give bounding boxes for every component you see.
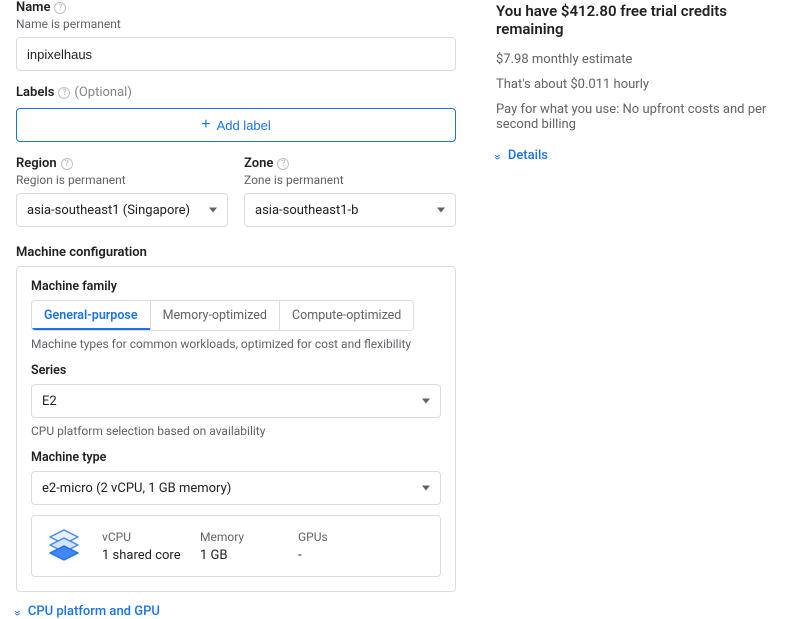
labels-label-row: Labels ? (Optional) — [16, 85, 456, 100]
machine-type-select[interactable]: e2-micro (2 vCPU, 1 GB memory) — [31, 471, 441, 505]
hourly-estimate: That's about $0.011 hourly — [496, 77, 784, 92]
region-value: asia-southeast1 (Singapore) — [27, 203, 190, 218]
labels-optional: (Optional) — [74, 85, 131, 100]
machine-config-box: Machine family General-purpose Memory-op… — [16, 266, 456, 592]
series-desc: CPU platform selection based on availabi… — [31, 424, 441, 438]
vcpu-value: 1 shared core — [102, 548, 182, 563]
zone-value: asia-southeast1-b — [255, 203, 358, 218]
zone-label: Zone — [244, 156, 273, 171]
help-icon[interactable]: ? — [61, 158, 73, 170]
machine-family-desc: Machine types for common workloads, opti… — [31, 337, 441, 351]
cpu-stack-icon — [44, 526, 84, 566]
add-label-button[interactable]: + Add label — [16, 108, 456, 142]
series-label: Series — [31, 363, 441, 378]
tab-general-purpose[interactable]: General-purpose — [32, 301, 151, 330]
help-icon[interactable]: ? — [277, 158, 289, 170]
region-sublabel: Region is permanent — [16, 173, 228, 187]
labels-label: Labels — [16, 85, 54, 100]
zone-label-row: Zone ? — [244, 156, 456, 171]
memory-value: 1 GB — [200, 548, 280, 563]
cpu-gpu-expand-label: CPU platform and GPU — [28, 604, 160, 619]
name-sublabel: Name is permanent — [16, 17, 456, 31]
machine-config-heading: Machine configuration — [16, 245, 456, 260]
name-input[interactable] — [16, 37, 456, 71]
add-label-text: Add label — [217, 118, 271, 133]
region-label: Region — [16, 156, 57, 171]
zone-sublabel: Zone is permanent — [244, 173, 456, 187]
help-icon[interactable]: ? — [54, 2, 66, 14]
name-label-row: Name ? — [16, 0, 456, 15]
chevron-down-icon: » — [491, 154, 505, 158]
credits-headline: You have $412.80 free trial credits rema… — [496, 2, 784, 38]
series-value: E2 — [42, 394, 57, 409]
zone-select[interactable]: asia-southeast1-b — [244, 193, 456, 227]
machine-family-label: Machine family — [31, 279, 441, 294]
region-label-row: Region ? — [16, 156, 228, 171]
help-icon[interactable]: ? — [58, 87, 70, 99]
machine-type-value: e2-micro (2 vCPU, 1 GB memory) — [42, 481, 231, 496]
series-select[interactable]: E2 — [31, 384, 441, 418]
plus-icon: + — [201, 117, 210, 133]
machine-family-tabs: General-purpose Memory-optimized Compute… — [31, 300, 414, 331]
payg-note: Pay for what you use: No upfront costs a… — [496, 102, 784, 132]
chevron-down-icon: » — [11, 610, 25, 614]
tab-memory-optimized[interactable]: Memory-optimized — [151, 301, 280, 330]
details-expand[interactable]: » Details — [496, 148, 784, 163]
gpus-value: - — [298, 548, 378, 563]
details-label: Details — [508, 148, 548, 163]
tab-compute-optimized[interactable]: Compute-optimized — [280, 301, 413, 330]
form-column: Name ? Name is permanent Labels ? (Optio… — [16, 0, 456, 619]
name-label: Name — [16, 0, 50, 15]
cpu-gpu-expand[interactable]: » CPU platform and GPU — [16, 604, 456, 619]
machine-spec-row: vCPU 1 shared core Memory 1 GB GPUs - — [31, 515, 441, 577]
monthly-estimate: $7.98 monthly estimate — [496, 52, 784, 67]
machine-type-label: Machine type — [31, 450, 441, 465]
summary-column: You have $412.80 free trial credits rema… — [496, 0, 784, 619]
region-select[interactable]: asia-southeast1 (Singapore) — [16, 193, 228, 227]
